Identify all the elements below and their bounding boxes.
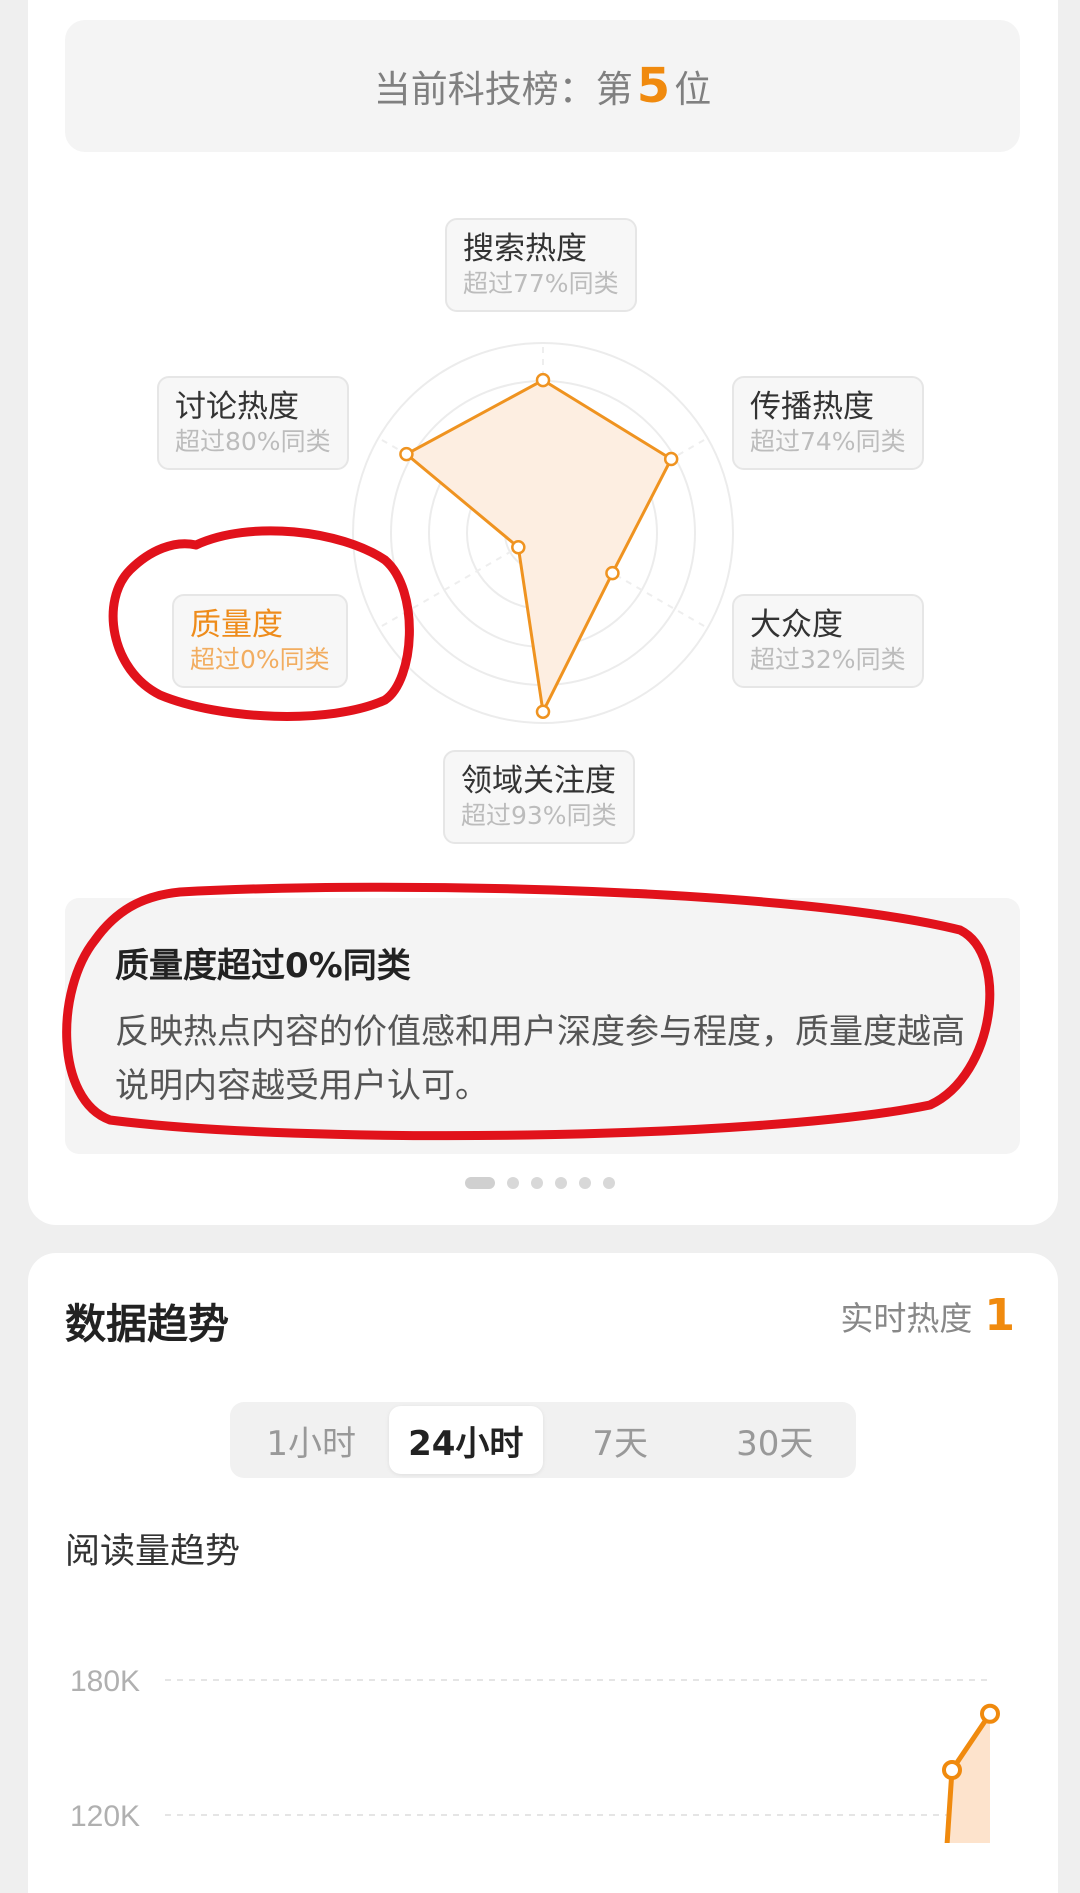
metric-discussion-detail: 超过80%同类 [175,427,331,456]
metric-public-name: 大众度 [750,607,843,643]
realtime-value: 1 [984,1290,1015,1341]
metric-search-name: 搜索热度 [463,231,587,267]
reads-trend-title: 阅读量趋势 [65,1532,241,1572]
reads-trend-chart: 180K 120K [70,1665,1000,1843]
metric-spread[interactable]: 传播热度 超过74%同类 [732,376,924,470]
metric-quality-detail: 超过0%同类 [190,645,330,674]
radar-point-domain [535,704,551,719]
metric-spread-name: 传播热度 [750,389,874,425]
pager-dots[interactable] [465,1177,615,1189]
metric-description: 质量度超过0%同类 反映热点内容的价值感和用户深度参与程度，质量度越高说明内容越… [65,898,1020,1154]
metric-discussion[interactable]: 讨论热度 超过80%同类 [157,376,349,470]
description-body: 反映热点内容的价值感和用户深度参与程度，质量度越高说明内容越受用户认可。 [115,1012,965,1106]
metric-public-detail: 超过32%同类 [750,645,906,674]
metric-search[interactable]: 搜索热度 超过77%同类 [445,218,637,312]
pager-dot[interactable] [507,1177,519,1189]
tab-7d[interactable]: 7天 [543,1406,698,1474]
metric-public[interactable]: 大众度 超过32%同类 [732,594,924,688]
description-title: 质量度超过0%同类 [115,946,411,986]
radar-point-public [605,565,620,581]
radar-point-discussion [399,446,414,462]
pager-dot[interactable] [531,1177,543,1189]
metric-discussion-name: 讨论热度 [175,389,299,425]
radar-point-search [535,372,551,388]
realtime-label: 实时热度 [840,1298,973,1338]
metric-domain[interactable]: 领域关注度 超过93%同类 [443,750,635,844]
metric-quality[interactable]: 质量度 超过0%同类 [172,594,348,688]
metric-domain-name: 领域关注度 [461,763,616,799]
tab-30d[interactable]: 30天 [698,1406,853,1474]
tab-24h[interactable]: 24小时 [388,1406,543,1474]
pager-dot[interactable] [465,1177,495,1189]
metric-spread-detail: 超过74%同类 [750,427,906,456]
y-tick-label: 180K [70,1665,140,1698]
tab-1h[interactable]: 1小时 [234,1406,389,1474]
pager-dot[interactable] [603,1177,615,1189]
trend-point [942,1760,962,1780]
metric-search-detail: 超过77%同类 [463,269,619,298]
trend-title: 数据趋势 [65,1300,229,1348]
y-tick-label: 120K [70,1800,140,1833]
radar-area [403,378,674,717]
trend-point [980,1703,1000,1724]
realtime-heat: 实时热度 1 [840,1290,1015,1341]
metric-domain-detail: 超过93%同类 [461,801,617,830]
pager-dot[interactable] [579,1177,591,1189]
radar-point-quality [511,540,526,555]
radar-point-spread [663,451,679,467]
pager-dot[interactable] [555,1177,567,1189]
metric-quality-name: 质量度 [190,607,283,643]
time-range-tabs: 1小时 24小时 7天 30天 [230,1402,856,1478]
